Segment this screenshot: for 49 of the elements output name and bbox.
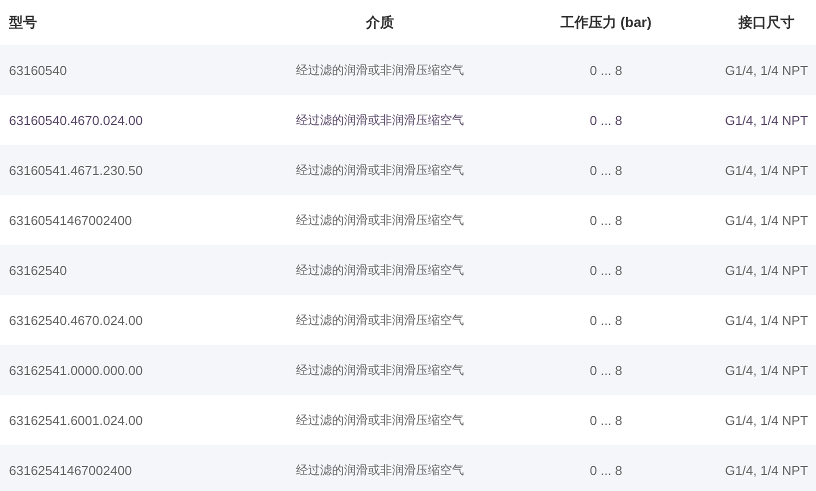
table-cell: 经过滤的润滑或非润滑压缩空气 [296, 412, 464, 428]
table-cell: 0 ... 8 [590, 62, 622, 78]
table-cell: 0 ... 8 [590, 212, 622, 228]
table-cell: 0 ... 8 [590, 462, 622, 478]
table-cell: G1/4, 1/4 NPT [724, 362, 808, 378]
table-row[interactable]: 63162541.0000.000.00 经过滤的润滑或非润滑压缩空气 0 ... 8 G1/4, 1/4 NPT [0, 345, 816, 395]
table-row[interactable]: 63160540.4670.024.00 经过滤的润滑或非润滑压缩空气 0 ... 8 G1/4, 1/4 NPT [0, 95, 816, 145]
model-link[interactable]: 63162540 [9, 262, 67, 278]
model-link[interactable]: 63160540.4670.024.00 [9, 112, 143, 128]
table-cell: 0 ... 8 [590, 112, 622, 128]
table-cell: 经过滤的润滑或非润滑压缩空气 [296, 362, 464, 378]
table-cell: 经过滤的润滑或非润滑压缩空气 [296, 262, 464, 278]
table-cell: 经过滤的润滑或非润滑压缩空气 [296, 212, 464, 228]
table-row[interactable]: 63160541467002400 经过滤的润滑或非润滑压缩空气 0 ... 8 G1/4, 1/4 NPT [0, 195, 816, 245]
model-link[interactable]: 63160541467002400 [9, 212, 132, 228]
table-cell: G1/4, 1/4 NPT [724, 62, 808, 78]
table-cell: G1/4, 1/4 NPT [724, 462, 808, 478]
column-header: 接口尺寸 [738, 14, 794, 32]
model-link[interactable]: 63162541.0000.000.00 [9, 362, 143, 378]
table-cell: 经过滤的润滑或非润滑压缩空气 [296, 62, 464, 78]
table-cell: 经过滤的润滑或非润滑压缩空气 [296, 112, 464, 128]
table-cell: 0 ... 8 [590, 162, 622, 178]
table-cell: G1/4, 1/4 NPT [724, 112, 808, 128]
table-cell: 0 ... 8 [590, 312, 622, 328]
model-link[interactable]: 63162541.6001.024.00 [9, 412, 143, 428]
table-cell: 0 ... 8 [590, 362, 622, 378]
table-cell: 经过滤的润滑或非润滑压缩空气 [296, 462, 464, 478]
table-cell: 经过滤的润滑或非润滑压缩空气 [296, 162, 464, 178]
table-cell: G1/4, 1/4 NPT [724, 312, 808, 328]
column-header: 型号 [9, 14, 37, 32]
table-cell: 0 ... 8 [590, 262, 622, 278]
table-cell: G1/4, 1/4 NPT [724, 262, 808, 278]
table-cell: G1/4, 1/4 NPT [724, 412, 808, 428]
model-link[interactable]: 63160540 [9, 62, 67, 78]
column-header: 介质 [366, 14, 394, 32]
model-link[interactable]: 63162541467002400 [9, 462, 132, 478]
table-row[interactable]: 63162541467002400 经过滤的润滑或非润滑压缩空气 0 ... 8 G1/4, 1/4 NPT [0, 445, 816, 491]
model-link[interactable]: 63162540.4670.024.00 [9, 312, 143, 328]
table-cell: G1/4, 1/4 NPT [724, 212, 808, 228]
table-row[interactable]: 63162540 经过滤的润滑或非润滑压缩空气 0 ... 8 G1/4, 1/4 NPT [0, 245, 816, 295]
table-cell: G1/4, 1/4 NPT [724, 162, 808, 178]
column-header: 工作压力 (bar) [560, 14, 652, 32]
table-row[interactable]: 63160541.4671.230.50 经过滤的润滑或非润滑压缩空气 0 ... 8 G1/4, 1/4 NPT [0, 145, 816, 195]
model-link[interactable]: 63160541.4671.230.50 [9, 162, 143, 178]
table-row[interactable]: 63160540 经过滤的润滑或非润滑压缩空气 0 ... 8 G1/4, 1/4 NPT [0, 45, 816, 95]
table-cell: 经过滤的润滑或非润滑压缩空气 [296, 312, 464, 328]
table-cell: 0 ... 8 [590, 412, 622, 428]
table-row[interactable]: 63162540.4670.024.00 经过滤的润滑或非润滑压缩空气 0 ... 8 G1/4, 1/4 NPT [0, 295, 816, 345]
table-row[interactable]: 63162541.6001.024.00 经过滤的润滑或非润滑压缩空气 0 ... 8 G1/4, 1/4 NPT [0, 395, 816, 445]
